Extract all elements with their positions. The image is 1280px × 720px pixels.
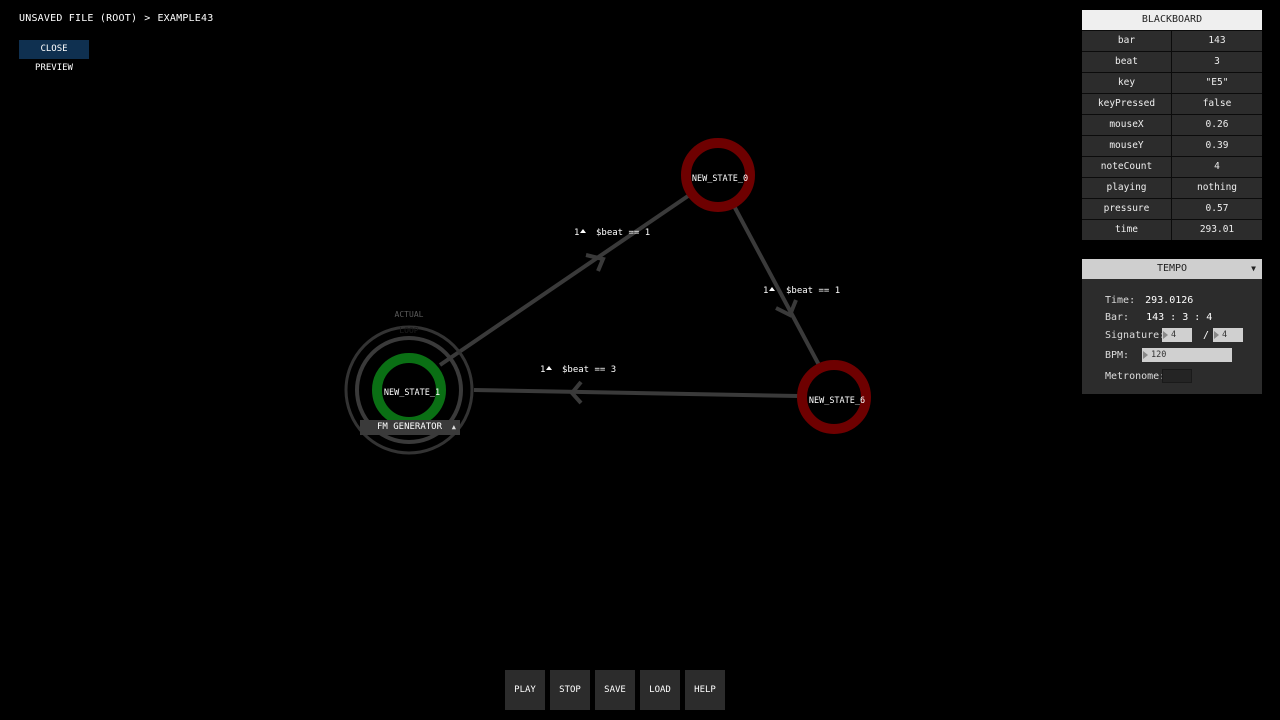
play-button[interactable]: PLAY (505, 670, 545, 710)
load-button[interactable]: LOAD (640, 670, 680, 710)
state-node-new-state-1[interactable]: NEW_STATE_1 (372, 353, 446, 427)
bpm-stepper[interactable]: 120 (1142, 348, 1232, 362)
blackboard-row: mouseX 0.26 (1082, 114, 1262, 135)
blackboard-key: pressure (1082, 199, 1172, 219)
tempo-time-row: Time: 293.0126 (1105, 295, 1193, 306)
caret-up-icon[interactable]: ▲ (452, 420, 456, 435)
blackboard-row: time 293.01 (1082, 219, 1262, 240)
transition-priority: 1 (540, 365, 545, 375)
blackboard-key: noteCount (1082, 157, 1172, 177)
blackboard-value: 3 (1172, 52, 1262, 72)
blackboard-key: time (1082, 220, 1172, 240)
transition-condition: $beat == 3 (562, 365, 616, 375)
blackboard-panel: BLACKBOARD bar 143 beat 3 key "E5" keyPress… (1082, 10, 1262, 240)
state-node-new-state-6[interactable]: NEW_STATE_6 (797, 360, 871, 434)
state-node-new-state-0[interactable]: NEW_STATE_0 (681, 138, 755, 212)
tempo-bpm-row: BPM: 120 (1105, 348, 1232, 362)
help-button[interactable]: HELP (685, 670, 725, 710)
blackboard-key: bar (1082, 31, 1172, 51)
transition-priority: 1 (763, 286, 768, 296)
blackboard-value: 0.26 (1172, 115, 1262, 135)
transition-priority: 1 (574, 228, 579, 238)
generator-label: FM GENERATOR (377, 422, 443, 432)
tempo-bar-label: Bar: (1105, 312, 1130, 323)
edge-s6-s1[interactable] (473, 388, 799, 398)
metronome-toggle[interactable] (1162, 369, 1192, 383)
blackboard-key: keyPressed (1082, 94, 1172, 114)
tempo-panel: TEMPO ▼ Time: 293.0126 Bar: 143 : 3 : 4 … (1082, 259, 1262, 394)
blackboard-value: 293.01 (1172, 220, 1262, 240)
transition-label-1[interactable]: 1 $beat == 1 (574, 228, 650, 238)
tempo-time-value: 293.0126 (1145, 295, 1194, 306)
generator-dropdown[interactable]: FM GENERATOR ▲ (360, 420, 460, 435)
signature-separator: / (1203, 329, 1210, 341)
tempo-signature-label: Signature: (1105, 329, 1166, 341)
blackboard-key: mouseY (1082, 136, 1172, 156)
blackboard-value: 0.39 (1172, 136, 1262, 156)
blackboard-value: false (1172, 94, 1262, 114)
tempo-bar-row: Bar: 143 : 3 : 4 (1105, 312, 1212, 323)
blackboard-row: keyPressed false (1082, 93, 1262, 114)
ghost-label: LOOP (399, 326, 418, 335)
blackboard-key: playing (1082, 178, 1172, 198)
state-label: NEW_STATE_0 (692, 174, 748, 184)
priority-up-icon[interactable] (769, 287, 775, 291)
transition-condition: $beat == 1 (786, 286, 840, 296)
blackboard-value: 4 (1172, 157, 1262, 177)
blackboard-key: mouseX (1082, 115, 1172, 135)
transition-condition: $beat == 1 (596, 228, 650, 238)
actual-label: ACTUAL (395, 310, 424, 319)
tempo-bar-value: 143 : 3 : 4 (1146, 312, 1213, 323)
tempo-bpm-label: BPM: (1105, 349, 1130, 361)
transition-label-3[interactable]: 1 $beat == 3 (540, 365, 616, 375)
tempo-signature-row: Signature: 4 / 4 (1105, 328, 1244, 342)
blackboard-value: "E5" (1172, 73, 1262, 93)
tempo-header[interactable]: TEMPO ▼ (1082, 259, 1262, 279)
state-label: NEW_STATE_1 (384, 388, 440, 398)
tempo-title: TEMPO (1156, 263, 1188, 274)
blackboard-value: 143 (1172, 31, 1262, 51)
transport-toolbar: PLAY STOP SAVE LOAD HELP (505, 670, 725, 710)
blackboard-key: key (1082, 73, 1172, 93)
signature-denominator-stepper[interactable]: 4 (1213, 328, 1244, 342)
blackboard-value: 0.57 (1172, 199, 1262, 219)
signature-numerator-stepper[interactable]: 4 (1162, 328, 1192, 342)
blackboard-row: beat 3 (1082, 51, 1262, 72)
blackboard-value: nothing (1172, 178, 1262, 198)
tempo-time-label: Time: (1105, 295, 1136, 306)
blackboard-row: key "E5" (1082, 72, 1262, 93)
blackboard-row: playing nothing (1082, 177, 1262, 198)
priority-up-icon[interactable] (580, 229, 586, 233)
tempo-metronome-row: Metronome: (1105, 369, 1192, 383)
tempo-metronome-label: Metronome: (1105, 370, 1166, 382)
edge-s1-s0[interactable] (438, 194, 690, 367)
caret-down-icon[interactable]: ▼ (1251, 259, 1256, 279)
state-label: NEW_STATE_6 (809, 396, 865, 406)
stop-button[interactable]: STOP (550, 670, 590, 710)
blackboard-key: beat (1082, 52, 1172, 72)
blackboard-row: mouseY 0.39 (1082, 135, 1262, 156)
blackboard-title: BLACKBOARD (1082, 10, 1262, 30)
blackboard-row: bar 143 (1082, 30, 1262, 51)
priority-up-icon[interactable] (546, 366, 552, 370)
transition-label-2[interactable]: 1 $beat == 1 (763, 286, 840, 296)
save-button[interactable]: SAVE (595, 670, 635, 710)
blackboard-row: noteCount 4 (1082, 156, 1262, 177)
blackboard-row: pressure 0.57 (1082, 198, 1262, 219)
